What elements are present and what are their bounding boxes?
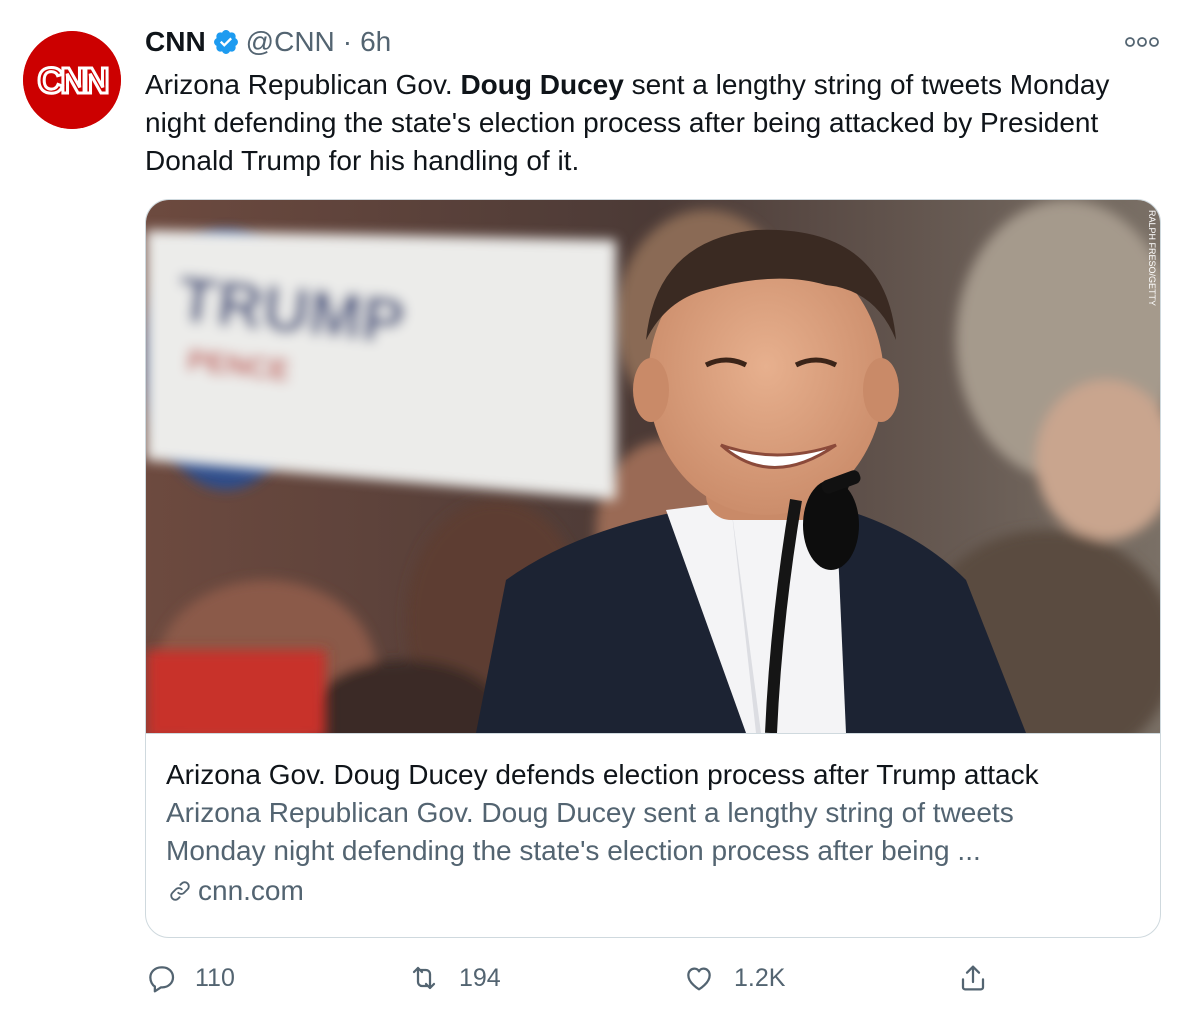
card-domain-text: cnn.com — [198, 875, 304, 906]
more-icon[interactable] — [1120, 26, 1164, 58]
share-button[interactable] — [957, 958, 989, 998]
separator-dot: · — [342, 26, 353, 57]
avatar[interactable]: CNN — [23, 31, 121, 129]
card-image[interactable]: TRUMP PENCE RALPH FRESO/GETTY — [146, 200, 1160, 733]
cnn-logo-icon: CNN — [23, 31, 121, 129]
card-body[interactable]: Arizona Gov. Doug Ducey defends election… — [146, 733, 1160, 937]
card-title[interactable]: Arizona Gov. Doug Ducey defends election… — [166, 756, 1142, 794]
retweet-icon — [412, 966, 436, 990]
retweet-count: 194 — [459, 963, 501, 992]
reply-icon — [149, 966, 175, 993]
tweet[interactable]: CNN CNN @CNN · 6h Arizona Republican Gov… — [0, 0, 1190, 1016]
like-count: 1.2K — [734, 963, 786, 992]
tweet-text-part: Arizona Republican Gov. — [145, 69, 461, 100]
svg-text:CNN: CNN — [38, 60, 108, 101]
link-card[interactable]: TRUMP PENCE RALPH FRESO/GETTY Arizona Go… — [145, 199, 1161, 938]
reply-button[interactable]: 110 — [145, 958, 235, 998]
verified-badge-icon — [212, 28, 240, 56]
tweet-actions: 110 194 1.2K — [145, 958, 1045, 998]
tweet-text: Arizona Republican Gov. Doug Ducey sent … — [145, 66, 1165, 180]
retweet-button[interactable]: 194 — [407, 958, 501, 998]
card-description-line: Monday night defending the state's elect… — [166, 835, 981, 866]
share-icon — [961, 965, 985, 991]
timestamp[interactable]: 6h — [360, 24, 391, 60]
card-description-line: Arizona Republican Gov. Doug Ducey sent … — [166, 797, 1014, 828]
reply-count: 110 — [195, 963, 235, 992]
tweet-text-bold[interactable]: Doug Ducey — [460, 69, 623, 100]
tweet-header: CNN @CNN · 6h — [145, 24, 391, 60]
card-domain[interactable]: cnn.com — [166, 872, 1142, 910]
like-icon — [687, 967, 711, 991]
image-credit: RALPH FRESO/GETTY — [1147, 210, 1157, 306]
handle[interactable]: @CNN — [246, 24, 335, 60]
link-icon — [170, 881, 190, 901]
like-button[interactable]: 1.2K — [682, 958, 785, 998]
display-name[interactable]: CNN — [145, 24, 206, 60]
